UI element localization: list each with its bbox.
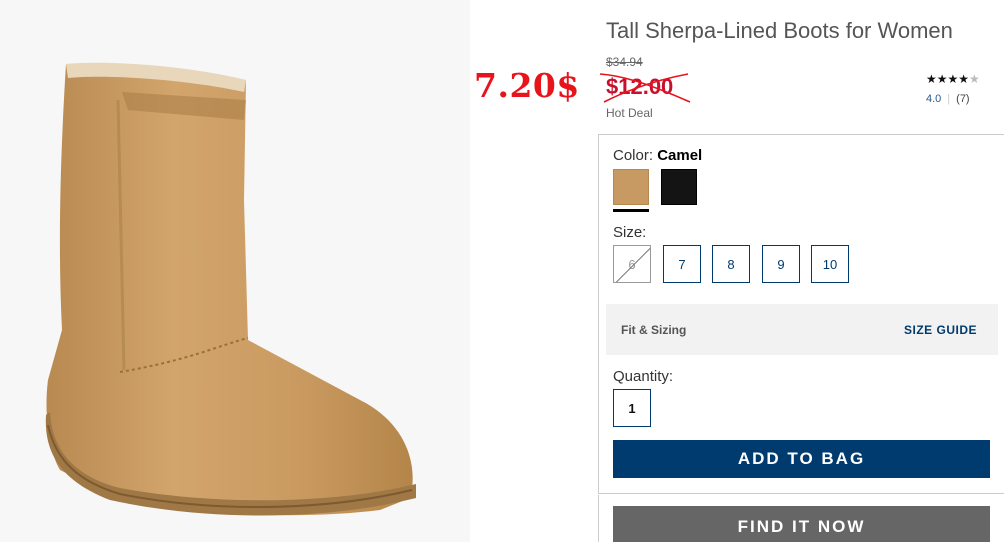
rating-value[interactable]: 4.0 <box>926 93 941 105</box>
color-label: Color: Camel <box>613 147 702 164</box>
fit-sizing-label: Fit & Sizing <box>621 323 687 337</box>
rating-divider: | <box>947 93 951 105</box>
add-to-bag-button[interactable]: ADD TO BAG <box>613 440 990 478</box>
color-label-text: Color: <box>613 147 654 164</box>
product-title: Tall Sherpa-Lined Boots for Women <box>606 18 953 43</box>
fit-sizing-row[interactable]: Fit & Sizing SIZE GUIDE <box>606 304 998 355</box>
rating-stars: ★★★★★ <box>926 72 996 86</box>
star-filled-icon: ★★★★ <box>926 72 970 86</box>
selected-color: Camel <box>657 147 703 164</box>
size-option-7[interactable]: 7 <box>663 245 701 283</box>
size-option-8[interactable]: 8 <box>712 245 750 283</box>
size-guide-link[interactable]: SIZE GUIDE <box>904 323 977 337</box>
quantity-label: Quantity: <box>613 368 674 385</box>
overlay-price-annotation: 7.20$ <box>474 66 580 105</box>
quantity-input[interactable]: 1 <box>613 389 651 427</box>
review-count[interactable]: (7) <box>956 93 969 105</box>
deal-label: Hot Deal <box>606 106 653 120</box>
boot-illustration <box>0 0 470 542</box>
selected-swatch-indicator <box>613 209 649 212</box>
price-strike-scribble <box>599 73 691 103</box>
size-option-10[interactable]: 10 <box>811 245 849 283</box>
size-label: Size: <box>613 224 647 241</box>
rating-summary[interactable]: ★★★★★ 4.0 | (7) <box>926 72 996 105</box>
star-empty-icon: ★ <box>969 72 980 86</box>
color-swatch-camel[interactable] <box>613 169 649 205</box>
find-it-now-button[interactable]: FIND IT NOW <box>613 506 990 542</box>
color-swatch-black[interactable] <box>661 169 697 205</box>
product-image[interactable] <box>0 0 470 542</box>
size-option-6[interactable]: 6 <box>613 245 651 283</box>
size-option-9[interactable]: 9 <box>762 245 800 283</box>
original-price: $34.94 <box>606 55 643 69</box>
